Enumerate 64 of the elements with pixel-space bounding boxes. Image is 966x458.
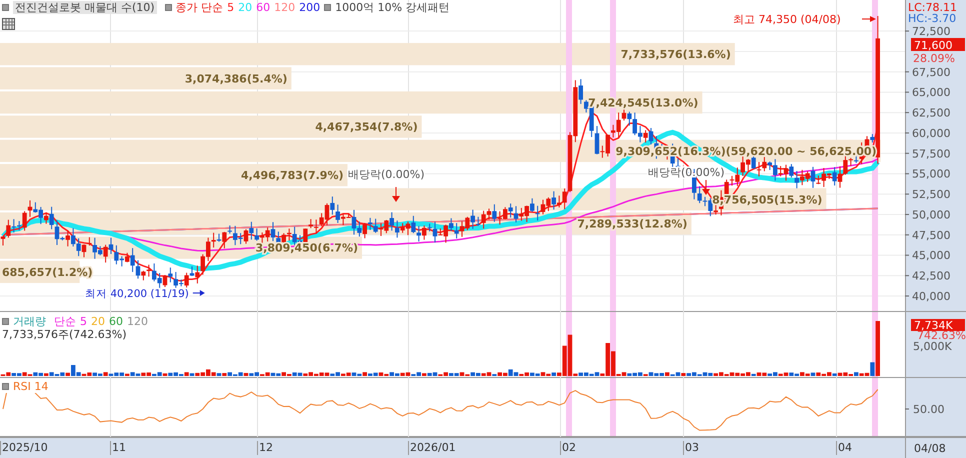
arrow-icon bbox=[862, 16, 876, 22]
volume-tag: 7,734K bbox=[911, 319, 965, 332]
volume-reading: 7,733,576주(742.63%) bbox=[2, 328, 128, 341]
ma-period-label: 120 bbox=[127, 315, 148, 328]
price-tick-label: 45,000 bbox=[912, 249, 950, 262]
date-label: 02 bbox=[560, 441, 576, 455]
high-price-label: 최고 74,350 (04/08) bbox=[733, 13, 841, 26]
price-tag: 71,600 bbox=[911, 38, 965, 52]
ma-period-label: 60 bbox=[256, 1, 270, 14]
price-tick-label: 55,000 bbox=[912, 168, 950, 181]
ex-dividend-label: 배당락(0.00%) bbox=[348, 168, 425, 181]
legend-square-icon bbox=[164, 4, 172, 11]
hc-value: HC:-3.70 bbox=[908, 12, 956, 25]
arrow-icon bbox=[192, 290, 205, 296]
volume-profile-label: 7,733,576(13.6%) bbox=[620, 48, 731, 62]
price-tick-label: 65,000 bbox=[912, 86, 950, 100]
legend-square-icon bbox=[2, 318, 9, 325]
low-price-label: 최저 40,200 (11/19) bbox=[85, 288, 189, 300]
ma-period-label: 120 bbox=[274, 1, 296, 14]
rsi-title: RSI 14 bbox=[13, 380, 48, 393]
ma-period-label: 5 bbox=[227, 1, 234, 14]
legend-square-icon bbox=[2, 383, 9, 390]
legend-square-icon bbox=[2, 4, 9, 11]
last-date-label: 04/08 bbox=[905, 438, 966, 458]
date-label: 04 bbox=[836, 441, 852, 455]
legend-square-icon bbox=[324, 4, 332, 11]
price-tick-label: 62,500 bbox=[912, 106, 950, 120]
ma-period-label: 20 bbox=[91, 315, 105, 328]
price-tick-label: 50,000 bbox=[912, 208, 950, 222]
volume-profile-label: 3,074,386(5.4%) bbox=[184, 72, 288, 86]
date-label: 12 bbox=[257, 441, 273, 455]
volume-profile-label: 4,467,354(7.8%) bbox=[315, 120, 418, 134]
ma-period-label: 5 bbox=[80, 315, 87, 328]
date-label: 2026/01 bbox=[408, 441, 456, 455]
volume-title: 거래량 bbox=[13, 315, 46, 328]
indicator-title: 전진건설로봇 매물대 수(10) bbox=[13, 1, 157, 14]
ma-period-label: 200 bbox=[299, 1, 320, 14]
volume-change-percent: 742.63% bbox=[917, 329, 966, 342]
price-tick-label: 47,500 bbox=[912, 228, 950, 242]
arrow-icon bbox=[392, 186, 400, 202]
price-tick-label: 52,500 bbox=[912, 188, 950, 202]
price-tick-label: 42,500 bbox=[912, 270, 950, 283]
date-label: 11 bbox=[110, 441, 126, 455]
ma-period-label: 60 bbox=[109, 315, 123, 328]
change-percent: 28.09% bbox=[913, 52, 955, 65]
ma-period-label: 20 bbox=[238, 1, 252, 14]
ma-prefix: 종가 단순 bbox=[176, 1, 224, 14]
volume-profile-label: 7,424,545(13.0%) bbox=[588, 96, 698, 110]
rsi-tick-label: 50.00 bbox=[913, 403, 944, 416]
price-tick-label: 40,000 bbox=[912, 290, 950, 303]
date-label: 2025/10 bbox=[0, 441, 48, 455]
price-tick-label: 60,000 bbox=[912, 126, 950, 140]
price-tick-label: 57,500 bbox=[912, 147, 950, 160]
pattern-label: 1000억 10% 강세패턴 bbox=[335, 1, 450, 14]
arrow-icon bbox=[702, 180, 710, 195]
volume-profile-label: 4,496,783(7.9%) bbox=[241, 169, 344, 182]
price-tick-label: 72,500 bbox=[912, 25, 950, 38]
price-tick-label: 67,500 bbox=[912, 66, 950, 79]
ma-prefix: 단순 bbox=[54, 315, 76, 328]
date-label: 03 bbox=[683, 441, 699, 455]
lc-value: LC:78.11 bbox=[908, 1, 958, 14]
table-icon[interactable] bbox=[2, 18, 15, 30]
volume-tick-label: 5,000K bbox=[913, 340, 952, 353]
volume-profile-label: 685,657(1.2%) bbox=[2, 266, 93, 279]
